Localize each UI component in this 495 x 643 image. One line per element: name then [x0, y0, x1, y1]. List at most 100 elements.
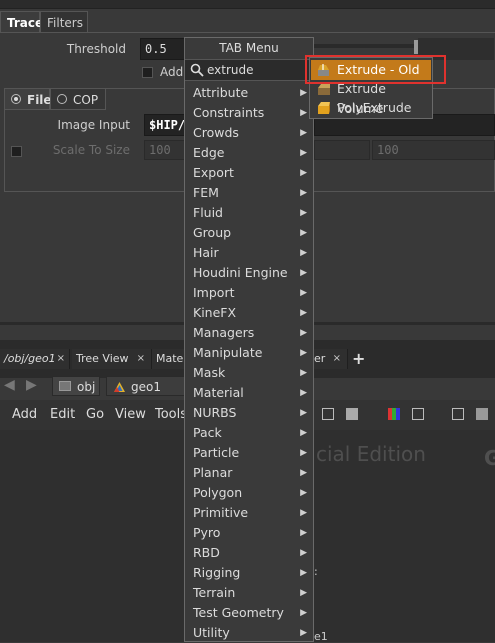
menu-edit[interactable]: Edit — [50, 407, 75, 422]
submenu-arrow-icon: ▶ — [300, 628, 307, 638]
menu-add[interactable]: Add — [12, 407, 37, 422]
tab-menu-search[interactable] — [185, 59, 313, 81]
close-icon[interactable]: × — [57, 349, 65, 369]
menu-item-rigging[interactable]: Rigging ▶ — [185, 563, 313, 583]
menu-item-terrain[interactable]: Terrain ▶ — [185, 583, 313, 603]
submenu-arrow-icon: ▶ — [300, 268, 307, 278]
view-icon[interactable] — [452, 408, 464, 420]
options-icon[interactable] — [476, 408, 488, 420]
edition-watermark: cial Edition — [316, 442, 426, 466]
submenu-arrow-icon: ▶ — [300, 368, 307, 378]
menu-item-rbd[interactable]: RBD ▶ — [185, 543, 313, 563]
menu-item-label: Planar — [193, 465, 233, 480]
scale-checkbox[interactable] — [11, 146, 22, 157]
tab-filters[interactable]: Filters — [40, 11, 88, 33]
menu-item-label: Attribute — [193, 85, 249, 100]
menu-item-group[interactable]: Group ▶ — [185, 223, 313, 243]
menu-item-mask[interactable]: Mask ▶ — [185, 363, 313, 383]
menu-item-kinefx[interactable]: KineFX ▶ — [185, 303, 313, 323]
menu-item-export[interactable]: Export ▶ — [185, 163, 313, 183]
layout-icon[interactable] — [322, 408, 334, 420]
menu-item-label: Constraints — [193, 105, 265, 120]
add-checkbox[interactable] — [142, 67, 153, 78]
menu-item-material[interactable]: Material ▶ — [185, 383, 313, 403]
submenu-arrow-icon: ▶ — [300, 328, 307, 338]
submenu-arrow-icon: ▶ — [300, 428, 307, 438]
source-tab-cop-label: COP — [73, 93, 99, 107]
source-tab-file[interactable]: File — [4, 88, 52, 110]
menu-item-polygon[interactable]: Polygon ▶ — [185, 483, 313, 503]
close-icon[interactable]: × — [333, 349, 341, 369]
menu-item-planar[interactable]: Planar ▶ — [185, 463, 313, 483]
menu-item-label: Polygon — [193, 485, 243, 500]
threshold-slider-track[interactable] — [314, 44, 418, 48]
close-icon[interactable]: × — [137, 349, 145, 369]
submenu-arrow-icon: ▶ — [300, 348, 307, 358]
list-icon[interactable] — [346, 408, 358, 420]
menu-item-particle[interactable]: Particle ▶ — [185, 443, 313, 463]
search-icon — [190, 63, 204, 80]
submenu-arrow-icon: ▶ — [300, 248, 307, 258]
annotation-highlight-box — [305, 55, 446, 84]
watermark-letter: G — [484, 446, 495, 470]
menu-item-fluid[interactable]: Fluid ▶ — [185, 203, 313, 223]
tab-underline — [0, 32, 495, 33]
menu-item-label: Houdini Engine — [193, 265, 288, 280]
menu-item-utility[interactable]: Utility ▶ — [185, 623, 313, 643]
submenu-arrow-icon: ▶ — [300, 228, 307, 238]
submenu-arrow-icon: ▶ — [300, 128, 307, 138]
menu-item-primitive[interactable]: Primitive ▶ — [185, 503, 313, 523]
menu-go[interactable]: Go — [86, 407, 104, 422]
result-polyextrude[interactable]: PolyExtrude — [311, 98, 431, 118]
tab-menu: TAB Menu Attribute ▶ Constraints ▶ Crowds ▶… — [184, 37, 314, 642]
back-arrow-icon[interactable]: ◀ — [4, 377, 15, 393]
color-palette-icon[interactable] — [388, 408, 400, 420]
tab-trace[interactable]: Trace — [0, 11, 43, 33]
menu-item-managers[interactable]: Managers ▶ — [185, 323, 313, 343]
menu-item-pack[interactable]: Pack ▶ — [185, 423, 313, 443]
menu-item-nurbs[interactable]: NURBS ▶ — [185, 403, 313, 423]
pane-tab-tree-view[interactable]: Tree View × — [72, 349, 152, 369]
obj-network-icon — [59, 381, 71, 391]
submenu-arrow-icon: ▶ — [300, 488, 307, 498]
menu-item-crowds[interactable]: Crowds ▶ — [185, 123, 313, 143]
path-geo1[interactable]: geo1 — [106, 376, 186, 396]
pane-tab-material[interactable]: Materi — [152, 349, 191, 369]
path-obj[interactable]: obj — [52, 376, 100, 396]
add-tab-button[interactable]: + — [352, 349, 365, 368]
menu-item-edge[interactable]: Edge ▶ — [185, 143, 313, 163]
forward-arrow-icon[interactable]: ▶ — [26, 377, 37, 393]
scale-y-field[interactable] — [314, 140, 370, 160]
menu-item-import[interactable]: Import ▶ — [185, 283, 313, 303]
menu-item-label: Mask — [193, 365, 226, 380]
image-input-field[interactable]: $HIP/ — [144, 114, 186, 136]
grid-icon[interactable] — [412, 408, 424, 420]
menu-item-manipulate[interactable]: Manipulate ▶ — [185, 343, 313, 363]
path-geo1-label: geo1 — [131, 380, 161, 394]
menu-item-label: Managers — [193, 325, 255, 340]
submenu-arrow-icon: ▶ — [300, 568, 307, 578]
pane-tab-obj-geo1[interactable]: /obj/geo1 × — [0, 349, 70, 369]
menu-view[interactable]: View — [115, 407, 146, 422]
menu-item-attribute[interactable]: Attribute ▶ — [185, 83, 313, 103]
menu-item-constraints[interactable]: Constraints ▶ — [185, 103, 313, 123]
scale-z-field[interactable]: 100 — [372, 140, 495, 160]
menu-item-test-geometry[interactable]: Test Geometry ▶ — [185, 603, 313, 623]
menu-item-pyro[interactable]: Pyro ▶ — [185, 523, 313, 543]
submenu-arrow-icon: ▶ — [300, 108, 307, 118]
menu-item-houdini-engine[interactable]: Houdini Engine ▶ — [185, 263, 313, 283]
menu-item-label: Import — [193, 285, 235, 300]
menu-item-label: Rigging — [193, 565, 241, 580]
menu-tools[interactable]: Tools — [155, 407, 187, 422]
menu-item-label: FEM — [193, 185, 219, 200]
menu-item-hair[interactable]: Hair ▶ — [185, 243, 313, 263]
path-obj-label: obj — [77, 380, 96, 394]
threshold-field[interactable]: 0.5 — [140, 38, 186, 60]
source-tab-cop[interactable]: COP — [50, 88, 106, 110]
cop-radio[interactable] — [57, 94, 67, 104]
search-input[interactable] — [207, 62, 307, 78]
file-radio[interactable] — [11, 94, 21, 104]
menu-item-fem[interactable]: FEM ▶ — [185, 183, 313, 203]
pane-tab-other[interactable]: er × — [314, 349, 348, 369]
scale-x-field[interactable]: 100 — [144, 140, 186, 160]
